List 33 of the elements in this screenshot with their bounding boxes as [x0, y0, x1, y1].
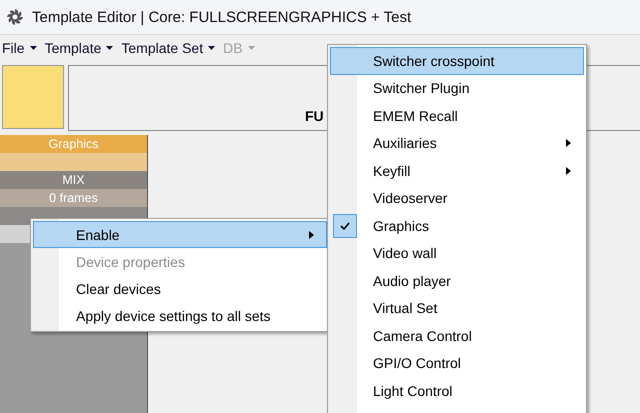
color-swatch[interactable]	[2, 65, 64, 129]
menu-item[interactable]: Template Set	[121, 40, 216, 56]
device-label: 0 frames	[49, 191, 98, 205]
menu-item[interactable]: Video wall	[330, 240, 584, 267]
menu-item[interactable]: Template	[44, 40, 114, 56]
dropdown-caret-icon	[208, 46, 216, 50]
submenu-arrow-icon	[309, 230, 314, 238]
dropdown-caret-icon	[30, 46, 37, 50]
menu-item[interactable]: Switcher Plugin	[330, 74, 584, 102]
dropdown-caret-icon	[106, 46, 114, 50]
menu-item[interactable]: Clear devices	[33, 275, 327, 302]
menu-item[interactable]: Videoserver	[330, 184, 584, 212]
menu-item[interactable]: Camera Control	[330, 322, 584, 350]
menu-item[interactable]: File	[2, 40, 37, 56]
submenu-arrow-icon	[566, 139, 571, 148]
menu-item[interactable]: Keyfill	[330, 157, 584, 184]
header-title: FU	[305, 108, 324, 124]
menu-item[interactable]: Switcher crosspoint	[330, 47, 584, 74]
menu-item[interactable]: Enable	[33, 221, 327, 248]
menu-item[interactable]: Auxiliaries	[330, 130, 584, 157]
menu-item[interactable]: Virtual Set	[330, 294, 584, 322]
submenu-arrow-icon	[566, 166, 571, 175]
window-title: Template Editor | Core: FULLSCREENGRAPHICS + Test	[32, 8, 412, 26]
device-label: MIX	[62, 173, 85, 187]
device-label: Graphics	[48, 137, 99, 151]
menu-item[interactable]: Apply device settings to all sets	[33, 302, 327, 329]
menu-item[interactable]: Graphics	[330, 212, 584, 240]
dropdown-caret-icon	[248, 46, 255, 50]
menu-item[interactable]: Audio player	[330, 267, 584, 294]
menu-item[interactable]: GPI/O Control	[330, 350, 584, 377]
app-logo-icon	[6, 8, 24, 26]
menu-item[interactable]: Light Control	[330, 377, 584, 404]
menu-item[interactable]: EMEM Recall	[330, 102, 584, 130]
